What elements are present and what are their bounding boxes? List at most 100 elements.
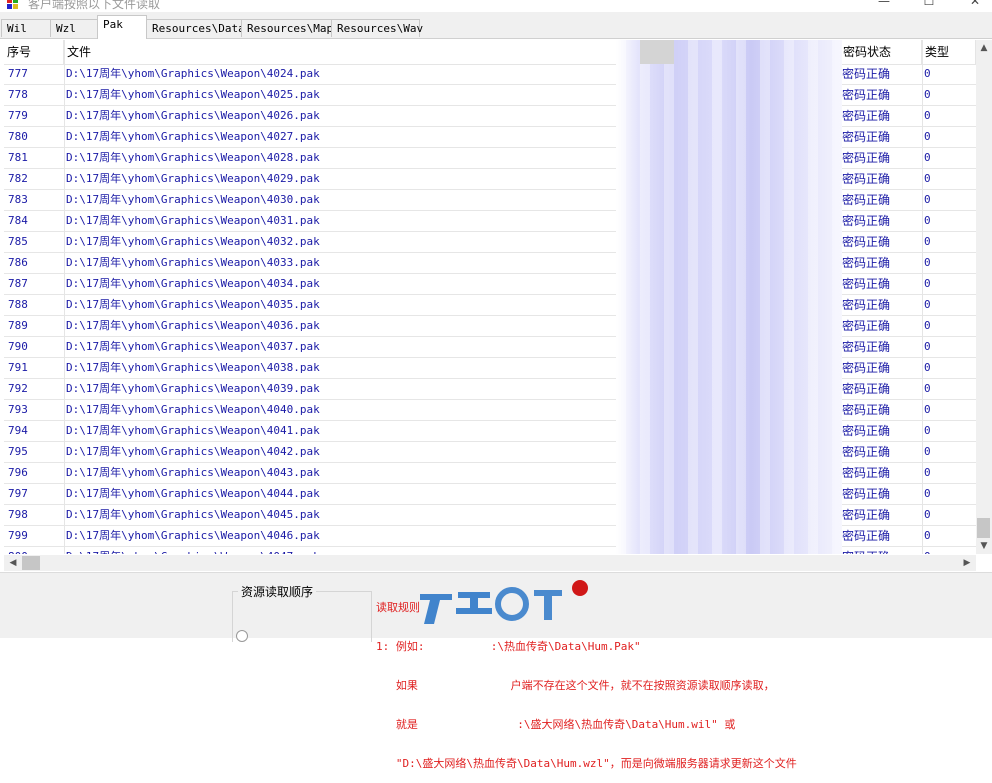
row-type: 0 <box>924 382 931 395</box>
scroll-up-icon[interactable]: ▲ <box>976 40 992 56</box>
row-file-path: D:\17周年\yhom\Graphics\Weapon\4029.pak <box>66 172 320 185</box>
row-status: 密码正确 <box>842 214 891 228</box>
row-file-path: D:\17周年\yhom\Graphics\Weapon\4027.pak <box>66 130 320 143</box>
horizontal-scroll-thumb[interactable] <box>22 556 40 570</box>
tab-pak[interactable]: Pak <box>97 15 147 39</box>
tab-resources-data[interactable]: Resources\Data <box>146 19 245 37</box>
watermark-logo <box>420 580 588 624</box>
row-number: 791 <box>8 361 28 374</box>
row-type: 0 <box>924 214 931 227</box>
row-type: 0 <box>924 235 931 248</box>
column-header-status[interactable]: 密码状态 <box>840 40 922 64</box>
scroll-right-icon[interactable]: ▶ <box>959 555 975 571</box>
row-number: 790 <box>8 340 28 353</box>
row-file-path: D:\17周年\yhom\Graphics\Weapon\4047.pak <box>66 547 614 554</box>
row-number: 800 <box>8 547 64 554</box>
row-status: 密码正确 <box>842 151 891 165</box>
row-status: 密码正确 <box>842 109 891 123</box>
row-number: 777 <box>8 67 28 80</box>
row-number: 788 <box>8 298 28 311</box>
row-type: 0 <box>924 547 974 554</box>
row-status: 密码正确 <box>842 256 891 270</box>
close-button[interactable]: ✕ <box>968 0 982 8</box>
tab-resources-wav[interactable]: Resources\Wav <box>331 19 423 37</box>
row-status: 密码正确 <box>842 466 891 480</box>
row-type: 0 <box>924 67 931 80</box>
minimize-button[interactable]: — <box>877 0 891 8</box>
row-number: 789 <box>8 319 28 332</box>
scroll-left-icon[interactable]: ◀ <box>5 555 21 571</box>
row-number: 782 <box>8 172 28 185</box>
row-number: 785 <box>8 235 28 248</box>
row-type: 0 <box>924 298 931 311</box>
row-file-path: D:\17周年\yhom\Graphics\Weapon\4024.pak <box>66 67 320 80</box>
row-file-path: D:\17周年\yhom\Graphics\Weapon\4040.pak <box>66 403 320 416</box>
row-status: 密码正确 <box>842 445 891 459</box>
vertical-scrollbar[interactable] <box>976 40 992 554</box>
row-type: 0 <box>924 508 931 521</box>
row-type: 0 <box>924 193 931 206</box>
row-number: 798 <box>8 508 28 521</box>
row-status: 密码正确 <box>842 487 891 501</box>
row-type: 0 <box>924 424 931 437</box>
row-number: 784 <box>8 214 28 227</box>
horizontal-scrollbar[interactable] <box>4 555 976 571</box>
row-status: 密码正确 <box>842 277 891 291</box>
row-file-path: D:\17周年\yhom\Graphics\Weapon\4041.pak <box>66 424 320 437</box>
tab-wil[interactable]: Wil <box>1 19 51 37</box>
maximize-button[interactable]: ☐ <box>922 0 936 8</box>
row-type: 0 <box>924 109 931 122</box>
row-file-path: D:\17周年\yhom\Graphics\Weapon\4046.pak <box>66 529 320 542</box>
row-type: 0 <box>924 361 931 374</box>
row-number: 792 <box>8 382 28 395</box>
tab-resources-map[interactable]: Resources\Map <box>241 19 333 37</box>
row-file-path: D:\17周年\yhom\Graphics\Weapon\4026.pak <box>66 109 320 122</box>
row-status: 密码正确 <box>842 67 891 81</box>
row-type: 0 <box>924 487 931 500</box>
row-number: 786 <box>8 256 28 269</box>
row-type: 0 <box>924 445 931 458</box>
row-type: 0 <box>924 319 931 332</box>
redacted-header <box>640 40 674 64</box>
row-status: 密码正确 <box>842 424 891 438</box>
row-file-path: D:\17周年\yhom\Graphics\Weapon\4037.pak <box>66 340 320 353</box>
read-order-radio[interactable] <box>236 630 248 642</box>
row-file-path: D:\17周年\yhom\Graphics\Weapon\4028.pak <box>66 151 320 164</box>
row-number: 779 <box>8 109 28 122</box>
window-title: 客户端按照以下文件读取 <box>28 0 161 11</box>
row-status: 密码正确 <box>842 298 891 312</box>
read-order-title: 资源读取顺序 <box>238 583 317 600</box>
row-file-path: D:\17周年\yhom\Graphics\Weapon\4031.pak <box>66 214 320 227</box>
column-header-type[interactable]: 类型 <box>922 40 976 64</box>
rules-line: "D:\盛大网络\热血传奇\Data\Hum.wzl"，而是向微端服务器请求更新… <box>376 757 797 770</box>
row-type: 0 <box>924 130 931 143</box>
row-type: 0 <box>924 277 931 290</box>
column-divider <box>922 40 923 554</box>
tab-wzl[interactable]: Wzl <box>50 19 98 37</box>
vertical-scroll-thumb[interactable] <box>977 518 990 538</box>
app-icon <box>7 0 18 9</box>
row-number: 796 <box>8 466 28 479</box>
row-file-path: D:\17周年\yhom\Graphics\Weapon\4043.pak <box>66 466 320 479</box>
row-file-path: D:\17周年\yhom\Graphics\Weapon\4044.pak <box>66 487 320 500</box>
file-list[interactable]: 序号 文件 密码状态 类型 777 D:\17周年\yhom\Graphics\W… <box>4 40 976 554</box>
row-number: 778 <box>8 88 28 101</box>
row-status: 密码正确 <box>842 193 891 207</box>
row-status: 密码正确 <box>842 382 891 396</box>
row-file-path: D:\17周年\yhom\Graphics\Weapon\4035.pak <box>66 298 320 311</box>
title-bar: 客户端按照以下文件读取 — ☐ ✕ <box>0 0 992 12</box>
row-status: 密码正确 <box>842 235 891 249</box>
column-header-no[interactable]: 序号 <box>4 40 64 64</box>
row-type: 0 <box>924 88 931 101</box>
rules-line: 如果 户端不存在这个文件，就不在按照资源读取顺序读取， <box>376 679 775 692</box>
row-number: 795 <box>8 445 28 458</box>
row-number: 783 <box>8 193 28 206</box>
row-type: 0 <box>924 466 931 479</box>
row-status: 密码正确 <box>842 172 891 186</box>
scroll-down-icon[interactable]: ▼ <box>976 538 992 554</box>
row-type: 0 <box>924 529 931 542</box>
row-file-path: D:\17周年\yhom\Graphics\Weapon\4045.pak <box>66 508 320 521</box>
row-status: 密码正确 <box>842 319 891 333</box>
row-file-path: D:\17周年\yhom\Graphics\Weapon\4034.pak <box>66 277 320 290</box>
row-number: 797 <box>8 487 28 500</box>
